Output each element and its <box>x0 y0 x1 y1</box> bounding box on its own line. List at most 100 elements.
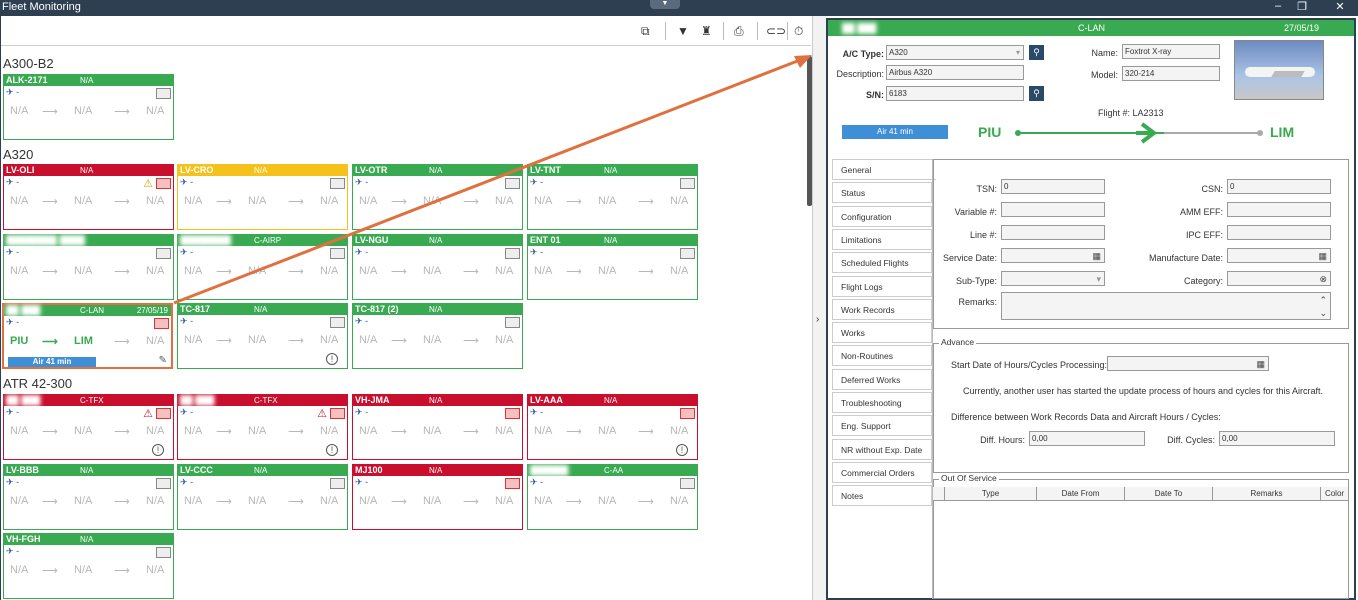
tab-status[interactable]: Status <box>832 182 932 204</box>
name-field[interactable]: Foxtrot X-ray <box>1122 44 1220 59</box>
panel-splitter[interactable]: › <box>812 16 826 600</box>
service-date-picker[interactable]: ▦ <box>1001 248 1105 263</box>
aircraft-card[interactable]: MJ100 N/A ✈ - N/A ⟶ N/A ⟶ N/A <box>352 464 523 530</box>
stopwatch-icon[interactable]: ⏱ <box>794 24 803 39</box>
tab-works[interactable]: Works <box>832 322 932 344</box>
calendar-icon[interactable] <box>156 547 171 558</box>
calendar-icon[interactable] <box>505 317 520 328</box>
binoculars-icon[interactable]: ♜ <box>701 24 712 38</box>
info-icon[interactable]: ! <box>676 444 688 456</box>
diff-hours-field[interactable]: 0,00 <box>1029 431 1145 446</box>
variable-field[interactable] <box>1001 202 1105 217</box>
warning-icon[interactable]: ⚠ <box>317 407 327 420</box>
csn-field[interactable]: 0 <box>1227 179 1331 194</box>
calendar-icon[interactable] <box>330 317 345 328</box>
calendar-icon[interactable] <box>505 408 520 419</box>
col-type[interactable]: Type <box>945 487 1037 501</box>
aircraft-card[interactable]: TC-817 N/A ✈ - N/A ⟶ N/A ⟶ N/A! <box>177 303 348 369</box>
aircraft-card[interactable]: ALK-2171 N/A ✈ - N/A ⟶ N/A ⟶ N/A <box>3 74 174 140</box>
tab-nr-without-exp-date[interactable]: NR without Exp. Date <box>832 438 932 460</box>
calendar-icon[interactable] <box>505 178 520 189</box>
minimize-button[interactable]: – <box>1268 0 1288 12</box>
tab-eng-support[interactable]: Eng. Support <box>832 415 932 437</box>
monitor-icon[interactable]: ⧉ <box>641 24 650 39</box>
aircraft-card[interactable]: ██████ C-AA ✈ - N/A ⟶ N/A ⟶ N/A <box>527 464 698 530</box>
manufacture-date-picker[interactable]: ▦ <box>1227 248 1331 263</box>
category-select[interactable]: ⊗ <box>1227 271 1331 286</box>
close-button[interactable]: ✕ <box>1330 0 1350 13</box>
info-icon[interactable]: ! <box>326 444 338 456</box>
info-icon[interactable]: ! <box>326 353 338 365</box>
calendar-icon[interactable] <box>156 178 171 189</box>
aircraft-card[interactable]: LV-NGU N/A ✈ - N/A ⟶ N/A ⟶ N/A <box>352 234 523 300</box>
diff-cycles-field[interactable]: 0,00 <box>1219 431 1335 446</box>
ac-type-select[interactable]: A320 ▾ <box>886 45 1024 60</box>
calendar-icon[interactable] <box>330 178 345 189</box>
line-field[interactable] <box>1001 225 1105 240</box>
aircraft-card[interactable]: VH-JMA N/A ✈ - N/A ⟶ N/A ⟶ N/A <box>352 394 523 460</box>
tab-flight-logs[interactable]: Flight Logs <box>832 275 932 297</box>
amm-eff-field[interactable] <box>1227 202 1331 217</box>
aircraft-card[interactable]: ████████ ████ ✈ - N/A ⟶ N/A ⟶ N/A <box>3 234 174 300</box>
tab-non-routines[interactable]: Non-Routines <box>832 345 932 367</box>
aircraft-card[interactable]: LV-OTR N/A ✈ - N/A ⟶ N/A ⟶ N/A <box>352 164 523 230</box>
tab-deferred-works[interactable]: Deferred Works <box>832 368 932 390</box>
tab-troubleshooting[interactable]: Troubleshooting <box>832 392 932 413</box>
aircraft-card[interactable]: LV-AAA N/A ✈ - N/A ⟶ N/A ⟶ N/A! <box>527 394 698 460</box>
calendar-icon[interactable] <box>156 478 171 489</box>
calendar-icon[interactable] <box>330 248 345 259</box>
col-date-from[interactable]: Date From <box>1037 487 1125 501</box>
aircraft-card[interactable]: LV-BBB N/A ✈ - N/A ⟶ N/A ⟶ N/A <box>3 464 174 530</box>
calendar-icon[interactable] <box>156 88 171 99</box>
collapse-handle[interactable]: ▼ <box>650 0 680 9</box>
model-field[interactable]: 320-214 <box>1122 66 1220 81</box>
warning-icon[interactable]: ⚠ <box>143 177 153 190</box>
restore-button[interactable]: ❐ <box>1292 0 1312 13</box>
link-icon[interactable]: ⊂⊃ <box>766 24 786 38</box>
description-field[interactable]: Airbus A320 <box>886 65 1024 80</box>
aircraft-card[interactable]: ENT 01 N/A ✈ - N/A ⟶ N/A ⟶ N/A <box>527 234 698 300</box>
tab-work-records[interactable]: Work Records <box>832 298 932 320</box>
remarks-field[interactable]: ⌃ ⌄ <box>1001 292 1331 320</box>
tab-commercial-orders[interactable]: Commercial Orders <box>832 461 932 483</box>
start-date-picker[interactable]: ▦ <box>1107 356 1269 371</box>
tab-general[interactable]: General <box>832 159 936 180</box>
tab-notes[interactable]: Notes <box>832 485 932 507</box>
aircraft-card[interactable]: TC-817 (2) N/A ✈ - N/A ⟶ N/A ⟶ N/A <box>352 303 523 369</box>
calendar-icon[interactable] <box>505 478 520 489</box>
tab-configuration[interactable]: Configuration <box>832 205 932 227</box>
warning-icon[interactable]: ⚠ <box>143 407 153 420</box>
ac-type-search-button[interactable]: ⚲ <box>1029 45 1044 60</box>
col-remarks[interactable]: Remarks <box>1213 487 1321 501</box>
calendar-icon[interactable] <box>680 408 695 419</box>
aircraft-card[interactable]: ██ ███ C-TFX ✈ - ⚠ N/A ⟶ N/A ⟶ N/A! <box>3 394 174 460</box>
col-color[interactable]: Color <box>1321 487 1349 501</box>
tab-limitations[interactable]: Limitations <box>832 228 932 250</box>
calendar-icon[interactable] <box>156 248 171 259</box>
aircraft-card[interactable]: LV-TNT N/A ✈ - N/A ⟶ N/A ⟶ N/A <box>527 164 698 230</box>
sub-type-select[interactable]: ▾ <box>1001 271 1105 286</box>
tab-scheduled-flights[interactable]: Scheduled Flights <box>832 252 932 274</box>
filter-icon[interactable]: ▼ <box>677 24 689 38</box>
aircraft-card[interactable]: LV-CRO N/A ✈ - N/A ⟶ N/A ⟶ N/A <box>177 164 348 230</box>
tsn-field[interactable]: 0 <box>1001 179 1105 194</box>
aircraft-card[interactable]: ████████ C-AIRP ✈ - N/A ⟶ N/A ⟶ N/A <box>177 234 348 300</box>
print-icon[interactable]: ⎙ <box>734 24 744 39</box>
ipc-eff-field[interactable] <box>1227 225 1331 240</box>
expand-arrow-icon[interactable]: › <box>816 314 819 325</box>
sn-field[interactable]: 6183 <box>886 86 1024 101</box>
calendar-icon[interactable] <box>680 248 695 259</box>
calendar-icon[interactable] <box>680 178 695 189</box>
calendar-icon[interactable] <box>156 408 171 419</box>
calendar-icon[interactable] <box>330 408 345 419</box>
aircraft-card[interactable]: ██ ███ C-LAN 27/05/19 ✈ - PIU ⟶ LIM ⟶ N/A Air 41 … <box>2 303 173 369</box>
sn-search-button[interactable]: ⚲ <box>1029 86 1044 101</box>
calendar-icon[interactable] <box>505 248 520 259</box>
calendar-icon[interactable] <box>330 478 345 489</box>
aircraft-card[interactable]: LV-CCC N/A ✈ - N/A ⟶ N/A ⟶ N/A <box>177 464 348 530</box>
aircraft-card[interactable]: ██ ███ C-TFX ✈ - ⚠ N/A ⟶ N/A ⟶ N/A! <box>177 394 348 460</box>
aircraft-card[interactable]: LV-OLI N/A ✈ - ⚠ N/A ⟶ N/A ⟶ N/A <box>3 164 174 230</box>
calendar-icon[interactable] <box>680 478 695 489</box>
note-icon[interactable]: ✎ <box>159 355 167 366</box>
col-date-to[interactable]: Date To <box>1125 487 1213 501</box>
